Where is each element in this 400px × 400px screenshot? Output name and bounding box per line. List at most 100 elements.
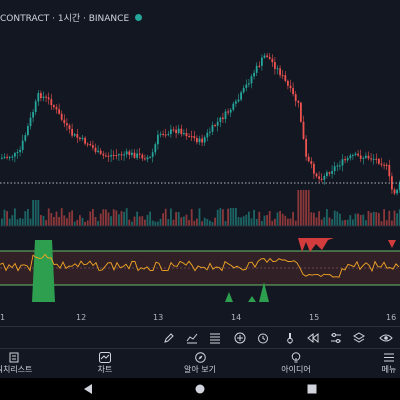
candle-body [281, 75, 284, 77]
candle-body [99, 150, 102, 154]
volume-bar [206, 218, 209, 226]
volume-bar [263, 215, 266, 226]
eye-icon[interactable] [377, 329, 395, 347]
candle-body [94, 147, 97, 152]
alarm-icon[interactable] [254, 329, 272, 347]
explore-icon [194, 351, 206, 364]
volume-bar [388, 210, 391, 226]
candle-body [164, 134, 167, 136]
volume-bar [198, 208, 201, 226]
volume-bar [370, 212, 372, 226]
nav-ideas[interactable]: 아이디어 [276, 351, 316, 377]
home-icon[interactable] [192, 381, 208, 397]
live-status-dot [135, 13, 143, 21]
candle-body [146, 157, 149, 160]
volume-bar [193, 220, 196, 226]
settings-sliders-icon[interactable] [327, 329, 345, 347]
candle-body [336, 165, 339, 167]
nav-menu[interactable]: 메뉴 [378, 351, 400, 377]
candle-body [92, 145, 94, 148]
volume-bar [378, 213, 380, 226]
volume-bar [302, 190, 305, 226]
rewind-icon[interactable] [304, 329, 322, 347]
candle-body [315, 173, 318, 177]
candle-body [307, 156, 310, 162]
nav-chart[interactable]: 차트 [90, 351, 120, 377]
volume-bar [253, 209, 255, 226]
candle-body [32, 112, 34, 118]
layers-icon[interactable] [350, 329, 368, 347]
scale-icon[interactable] [206, 329, 224, 347]
candle-body [263, 55, 266, 58]
back-icon[interactable] [80, 381, 96, 397]
candle-body [157, 134, 159, 145]
candle-body [14, 152, 16, 157]
candle-body [97, 150, 99, 152]
date-label: 1 [0, 313, 6, 322]
volume-bar [211, 221, 214, 226]
candle-body [359, 155, 362, 159]
replay-icon[interactable] [281, 329, 299, 347]
candle-body [318, 176, 320, 179]
volume-bar [97, 221, 99, 226]
volume-bar [219, 208, 222, 226]
date-label: 12 [76, 313, 87, 322]
volume-bar [352, 219, 354, 226]
price-chart[interactable] [0, 34, 400, 310]
volume-bar [300, 190, 302, 226]
candle-body [214, 125, 216, 127]
volume-bar [216, 209, 219, 226]
nav-watchlist[interactable]: 워치리스트 [0, 351, 34, 377]
volume-bar [131, 221, 133, 226]
candle-body [16, 152, 19, 154]
candle-body [219, 117, 222, 122]
pencil-icon[interactable] [160, 329, 178, 347]
candle-body [385, 164, 388, 166]
watchlist-icon [9, 351, 19, 364]
volume-bar [118, 214, 120, 226]
histogram-bar [225, 292, 233, 302]
volume-bar [45, 220, 47, 226]
candle-body [289, 85, 292, 89]
plus-circle-icon[interactable] [231, 329, 249, 347]
candle-body [183, 133, 185, 135]
candle-body [81, 137, 84, 139]
volume-bar [29, 218, 32, 226]
candle-body [242, 87, 245, 93]
volume-bar [229, 208, 232, 226]
candle-body [357, 153, 359, 156]
volume-bar [11, 215, 14, 226]
volume-bar [141, 216, 144, 226]
candle-body [287, 80, 289, 86]
pattern-icon[interactable] [183, 329, 201, 347]
candle-body [11, 156, 14, 158]
volume-bar [175, 212, 177, 226]
candle-body [84, 137, 86, 144]
volume-bar [196, 218, 198, 226]
candle-body [292, 88, 294, 95]
candle-body [53, 105, 55, 108]
recents-icon[interactable] [304, 381, 320, 397]
volume-bar [128, 219, 131, 226]
nav-label: 아이디어 [281, 365, 311, 374]
symbol-header[interactable]: CONTRACT · 1시간 · BINANCE [0, 0, 400, 34]
volume-bar [185, 214, 188, 226]
histogram-bar [298, 238, 334, 252]
volume-bar [250, 218, 253, 226]
nav-explore[interactable]: 알아 보기 [178, 351, 222, 377]
candle-body [19, 149, 21, 153]
candle-body [115, 155, 118, 157]
volume-bar [279, 210, 281, 226]
candle-body [63, 119, 66, 124]
volume-bar [209, 220, 211, 226]
candle-body [112, 155, 115, 157]
volume-bar [380, 221, 383, 226]
candle-body [118, 154, 120, 156]
volume-bar [357, 213, 359, 226]
candle-body [107, 155, 110, 157]
volume-bar [313, 212, 315, 226]
nav-label: 메뉴 [381, 365, 397, 374]
candle-body [279, 68, 281, 76]
volume-bar [297, 190, 300, 226]
candle-body [341, 159, 344, 166]
